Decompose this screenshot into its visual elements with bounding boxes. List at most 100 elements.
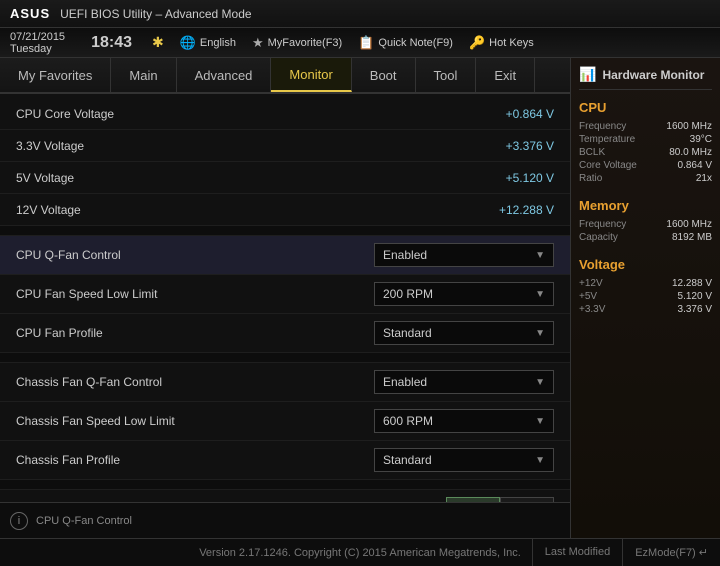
chassis-fan-speed-arrow: ▼ <box>535 416 545 427</box>
bios-title: UEFI BIOS Utility – Advanced Mode <box>60 7 710 21</box>
12v-voltage-label: 12V Voltage <box>16 203 454 217</box>
toolbar-english-label: English <box>200 37 236 49</box>
nav-menu: My Favorites Main Advanced Monitor Boot … <box>0 58 570 94</box>
cpu-temp-value: 39°C <box>690 134 712 145</box>
time-display: 18:43 <box>91 34 132 52</box>
asus-logo: ASUS <box>10 6 50 21</box>
nav-main[interactable]: Main <box>111 58 176 92</box>
chassis-fan-profile-dropdown[interactable]: Standard ▼ <box>374 448 554 472</box>
nav-tool[interactable]: Tool <box>416 58 477 92</box>
chassis-fan-profile-arrow: ▼ <box>535 455 545 466</box>
v33-label: +3.3V <box>579 304 605 315</box>
cpu-qfan-dropdown-arrow: ▼ <box>535 250 545 261</box>
nav-monitor[interactable]: Monitor <box>271 58 351 92</box>
memory-section-title: Memory <box>579 198 712 213</box>
mem-freq-label: Frequency <box>579 219 626 230</box>
v12-label: +12V <box>579 278 603 289</box>
hw-spacer-2 <box>579 245 712 253</box>
mem-freq-value: 1600 MHz <box>666 219 712 230</box>
v5-label: +5V <box>579 291 597 302</box>
chassis-fan-speed-row: Chassis Fan Speed Low Limit 600 RPM ▼ <box>0 402 570 441</box>
mem-cap-value: 8192 MB <box>672 232 712 243</box>
info-text: CPU Q-Fan Control <box>36 515 132 527</box>
cpu-core-voltage-value: +0.864 V <box>454 107 554 121</box>
ratio-value: 21x <box>696 173 712 184</box>
ez-mode-button[interactable]: EzMode(F7) ↵ <box>622 538 720 566</box>
spacer-2 <box>0 353 570 363</box>
mem-cap-label: Capacity <box>579 232 618 243</box>
mem-cap-row: Capacity 8192 MB <box>579 232 712 243</box>
spacer-1 <box>0 226 570 236</box>
nav-advanced[interactable]: Advanced <box>177 58 272 92</box>
nav-boot[interactable]: Boot <box>352 58 416 92</box>
hw-monitor-panel: 📊 Hardware Monitor CPU Frequency 1600 MH… <box>570 58 720 538</box>
toolbar-english[interactable]: 🌐 English <box>180 35 236 51</box>
chassis-qfan-row: Chassis Fan Q-Fan Control Enabled ▼ <box>0 363 570 402</box>
v12-value: 12.288 V <box>672 278 712 289</box>
toolbar-quicknote-label: Quick Note(F9) <box>378 37 453 49</box>
cpu-freq-row: Frequency 1600 MHz <box>579 121 712 132</box>
copyright-text: Version 2.17.1246. Copyright (C) 2015 Am… <box>199 547 521 559</box>
v33-value: 3.376 V <box>678 304 712 315</box>
chassis-fan-speed-dropdown[interactable]: 600 RPM ▼ <box>374 409 554 433</box>
cpu-fan-profile-dropdown[interactable]: Standard ▼ <box>374 321 554 345</box>
nav-exit[interactable]: Exit <box>476 58 535 92</box>
bclk-value: 80.0 MHz <box>669 147 712 158</box>
chassis-qfan-label: Chassis Fan Q-Fan Control <box>16 375 374 389</box>
5v-voltage-row: 5V Voltage +5.120 V <box>0 162 570 194</box>
cpu-fan-profile-label: CPU Fan Profile <box>16 326 374 340</box>
cpu-section-title: CPU <box>579 100 712 115</box>
cpu-qfan-control-row: CPU Q-Fan Control Enabled ▼ <box>0 236 570 275</box>
cpu-fan-speed-row: CPU Fan Speed Low Limit 200 RPM ▼ <box>0 275 570 314</box>
top-bar: ASUS UEFI BIOS Utility – Advanced Mode <box>0 0 720 28</box>
toolbar-myfavorite-label: MyFavorite(F3) <box>268 37 343 49</box>
main-layout: My Favorites Main Advanced Monitor Boot … <box>0 58 720 538</box>
anti-surge-row: Anti Surge Support On Off <box>0 490 570 502</box>
cpu-qfan-control-value: Enabled <box>383 248 427 262</box>
cpu-freq-value: 1600 MHz <box>666 121 712 132</box>
ratio-row: Ratio 21x <box>579 173 712 184</box>
voltage-section-title: Voltage <box>579 257 712 272</box>
hw-monitor-icon: 📊 <box>579 66 596 83</box>
hw-monitor-header: 📊 Hardware Monitor <box>579 66 712 90</box>
bottom-bar: Version 2.17.1246. Copyright (C) 2015 Am… <box>0 538 720 566</box>
v12-row: +12V 12.288 V <box>579 278 712 289</box>
cpu-temp-row: Temperature 39°C <box>579 134 712 145</box>
v5-value: 5.120 V <box>678 291 712 302</box>
toolbar-hotkeys[interactable]: 🔑 Hot Keys <box>469 35 534 51</box>
star-icon: ✱ <box>152 34 164 51</box>
cpu-qfan-control-dropdown[interactable]: Enabled ▼ <box>374 243 554 267</box>
hw-spacer-1 <box>579 186 712 194</box>
datetime-display: 07/21/2015 Tuesday <box>10 31 65 55</box>
settings-area: CPU Core Voltage +0.864 V 3.3V Voltage +… <box>0 94 570 502</box>
chassis-qfan-value: Enabled <box>383 375 427 389</box>
chassis-qfan-dropdown[interactable]: Enabled ▼ <box>374 370 554 394</box>
12v-voltage-value: +12.288 V <box>454 203 554 217</box>
bclk-label: BCLK <box>579 147 605 158</box>
toolbar-quicknote[interactable]: 📋 Quick Note(F9) <box>358 35 453 51</box>
3v3-voltage-row: 3.3V Voltage +3.376 V <box>0 130 570 162</box>
language-icon: 🌐 <box>180 35 196 51</box>
5v-voltage-label: 5V Voltage <box>16 171 454 185</box>
chassis-fan-profile-value: Standard <box>383 453 432 467</box>
info-bar: i CPU Q-Fan Control <box>0 502 570 538</box>
cpu-qfan-control-label: CPU Q-Fan Control <box>16 248 374 262</box>
chassis-fan-speed-value: 600 RPM <box>383 414 433 428</box>
day: Tuesday <box>10 43 65 55</box>
cpu-fan-speed-dropdown[interactable]: 200 RPM ▼ <box>374 282 554 306</box>
12v-voltage-row: 12V Voltage +12.288 V <box>0 194 570 226</box>
cpu-fan-speed-arrow: ▼ <box>535 289 545 300</box>
cpu-fan-speed-value: 200 RPM <box>383 287 433 301</box>
core-volt-row: Core Voltage 0.864 V <box>579 160 712 171</box>
mem-freq-row: Frequency 1600 MHz <box>579 219 712 230</box>
nav-my-favorites[interactable]: My Favorites <box>0 58 111 92</box>
content-panel: My Favorites Main Advanced Monitor Boot … <box>0 58 570 538</box>
core-volt-label: Core Voltage <box>579 160 637 171</box>
cpu-core-voltage-label: CPU Core Voltage <box>16 107 454 121</box>
toolbar: 07/21/2015 Tuesday 18:43 ✱ 🌐 English ★ M… <box>0 28 720 58</box>
chassis-fan-profile-row: Chassis Fan Profile Standard ▼ <box>0 441 570 480</box>
cpu-fan-speed-label: CPU Fan Speed Low Limit <box>16 287 374 301</box>
date: 07/21/2015 <box>10 31 65 43</box>
toolbar-myfavorite[interactable]: ★ MyFavorite(F3) <box>252 35 342 51</box>
core-volt-value: 0.864 V <box>678 160 712 171</box>
